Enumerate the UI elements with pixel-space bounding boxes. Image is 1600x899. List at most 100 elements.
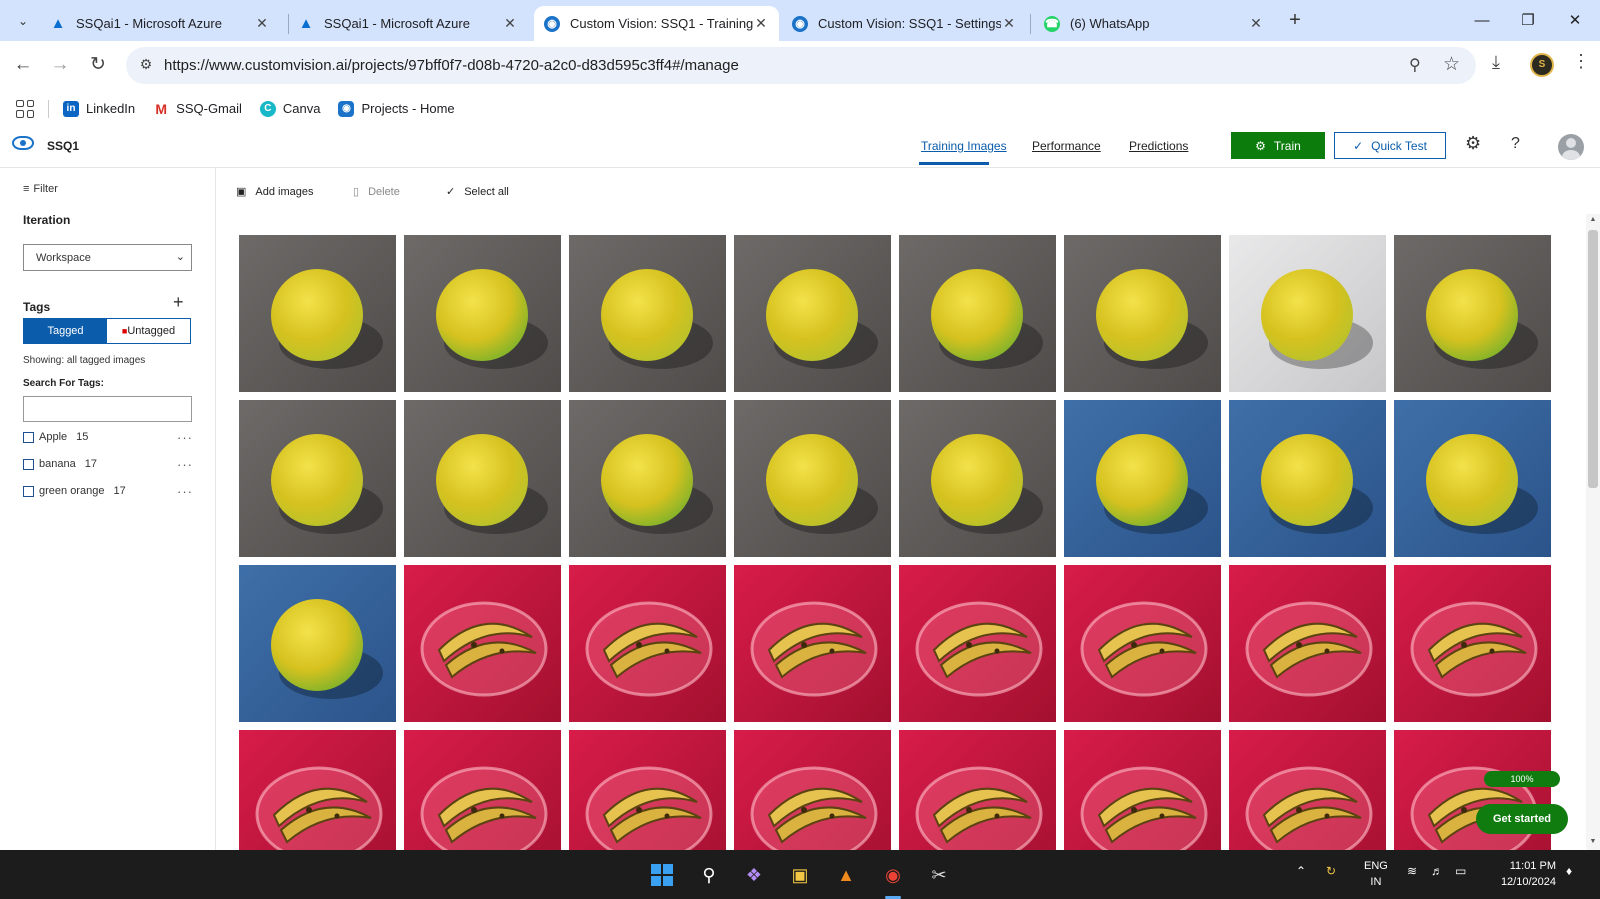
vlc-icon[interactable]: ▲ — [832, 861, 860, 889]
forward-arrow-icon[interactable]: → — [46, 51, 74, 79]
chevron-up-icon[interactable]: ⌃ — [1296, 864, 1306, 878]
file-explorer-icon[interactable]: ▣ — [786, 861, 814, 889]
eye-icon[interactable] — [12, 136, 34, 150]
orange-image-thumbnail[interactable] — [404, 235, 561, 392]
banana-image-thumbnail[interactable] — [569, 565, 726, 722]
banana-image-thumbnail[interactable] — [734, 730, 891, 850]
close-icon[interactable]: ✕ — [1248, 15, 1264, 32]
close-icon[interactable]: ✕ — [502, 15, 518, 32]
orange-image-thumbnail[interactable] — [1229, 235, 1386, 392]
bookmark-linkedin[interactable]: in LinkedIn — [63, 100, 135, 117]
bookmark-canva[interactable]: C Canva — [259, 100, 320, 117]
banana-image-thumbnail[interactable] — [404, 565, 561, 722]
tab-predictions[interactable]: Predictions — [1129, 139, 1188, 153]
notification-bell-icon[interactable]: ♦ — [1566, 864, 1572, 878]
close-icon[interactable]: ✕ — [1001, 15, 1017, 32]
more-options-icon[interactable]: ··· — [177, 484, 193, 499]
browser-menu-icon[interactable]: ⋮ — [1572, 51, 1590, 72]
restore-icon[interactable]: ❐ — [1513, 8, 1543, 34]
back-arrow-icon[interactable]: ← — [9, 51, 37, 79]
user-avatar[interactable] — [1558, 134, 1584, 160]
snipping-tool-icon[interactable]: ✂ — [925, 861, 953, 889]
banana-image-thumbnail[interactable] — [1229, 730, 1386, 850]
site-info-icon[interactable]: ⚙ — [136, 56, 156, 76]
browser-tab-3-active[interactable]: ◉ Custom Vision: SSQ1 - Training ✕ — [534, 6, 779, 41]
delete-button[interactable]: ▯ Delete — [353, 185, 400, 199]
search-icon[interactable]: ⚲ — [695, 861, 723, 889]
add-images-button[interactable]: ▣ Add images — [236, 185, 314, 199]
tag-item-green-orange[interactable]: green orange 17 ··· — [23, 482, 193, 500]
banana-image-thumbnail[interactable] — [1229, 565, 1386, 722]
browser-tab-1[interactable]: ▲ SSQai1 - Microsoft Azure ✕ — [40, 6, 280, 41]
orange-image-thumbnail[interactable] — [1064, 235, 1221, 392]
bookmark-star-icon[interactable]: ☆ — [1443, 53, 1460, 76]
banana-image-thumbnail[interactable] — [1064, 565, 1221, 722]
clock[interactable]: 11:01 PM 12/10/2024 — [1490, 858, 1556, 890]
orange-image-thumbnail[interactable] — [734, 400, 891, 557]
select-all-button[interactable]: ✓ Select all — [446, 185, 509, 199]
download-icon[interactable]: ⤓ — [1492, 52, 1500, 73]
battery-icon[interactable]: ▭ — [1455, 864, 1466, 878]
tag-item-apple[interactable]: Apple 15 ··· — [23, 428, 193, 446]
url-text[interactable]: https://www.customvision.ai/projects/97b… — [164, 57, 739, 74]
volume-icon[interactable]: ♬ — [1431, 864, 1443, 878]
scrollbar[interactable]: ▲ ▼ — [1586, 214, 1600, 850]
orange-image-thumbnail[interactable] — [569, 400, 726, 557]
orange-image-thumbnail[interactable] — [1064, 400, 1221, 557]
orange-image-thumbnail[interactable] — [1394, 400, 1551, 557]
chrome-icon[interactable]: ◉ — [879, 861, 907, 889]
bookmark-gmail[interactable]: M SSQ-Gmail — [153, 100, 242, 117]
banana-image-thumbnail[interactable] — [1394, 565, 1551, 722]
close-icon[interactable]: ✕ — [254, 15, 270, 32]
sync-icon[interactable]: ↻ — [1326, 864, 1336, 878]
address-bar[interactable]: ⚙ https://www.customvision.ai/projects/9… — [126, 47, 1476, 84]
orange-image-thumbnail[interactable] — [1229, 400, 1386, 557]
wifi-icon[interactable]: ≋ — [1407, 864, 1417, 878]
browser-tab-5[interactable]: ☎ (6) WhatsApp ✕ — [1034, 6, 1274, 41]
bookmark-projects-home[interactable]: ◉ Projects - Home — [338, 100, 455, 117]
tab-search-chevron-icon[interactable]: ⌄ — [10, 8, 36, 34]
orange-image-thumbnail[interactable] — [239, 235, 396, 392]
tag-checkbox[interactable] — [23, 431, 34, 443]
untagged-button[interactable]: ■Untagged — [107, 319, 190, 343]
windows-start-icon[interactable] — [648, 861, 676, 889]
orange-image-thumbnail[interactable] — [899, 400, 1056, 557]
orange-image-thumbnail[interactable] — [239, 565, 396, 722]
scroll-down-arrow-icon[interactable]: ▼ — [1587, 838, 1599, 845]
more-options-icon[interactable]: ··· — [177, 430, 193, 445]
browser-tab-2[interactable]: ▲ SSQai1 - Microsoft Azure ✕ — [288, 6, 528, 41]
tag-checkbox[interactable] — [23, 458, 34, 470]
browser-tab-4[interactable]: ◉ Custom Vision: SSQ1 - Settings ✕ — [782, 6, 1027, 41]
orange-image-thumbnail[interactable] — [734, 235, 891, 392]
orange-image-thumbnail[interactable] — [239, 400, 396, 557]
quick-test-button[interactable]: ✓ Quick Test — [1334, 132, 1446, 159]
copilot-icon[interactable]: ❖ — [740, 861, 768, 889]
settings-gear-icon[interactable]: ⚙ — [1465, 133, 1481, 154]
window-close-icon[interactable]: ✕ — [1560, 8, 1590, 34]
tab-training-images[interactable]: Training Images — [921, 139, 1007, 153]
scroll-up-arrow-icon[interactable]: ▲ — [1587, 216, 1599, 223]
orange-image-thumbnail[interactable] — [899, 235, 1056, 392]
add-tag-plus-icon[interactable]: + — [173, 292, 184, 313]
search-tags-input[interactable] — [23, 396, 192, 422]
orange-image-thumbnail[interactable] — [404, 400, 561, 557]
banana-image-thumbnail[interactable] — [734, 565, 891, 722]
filter-toggle[interactable]: ≡ Filter — [23, 183, 58, 195]
help-icon[interactable]: ? — [1511, 135, 1520, 153]
profile-avatar-icon[interactable]: S — [1530, 53, 1554, 77]
zoom-icon[interactable]: ⚲ — [1409, 55, 1421, 75]
language-indicator[interactable]: ENG IN — [1364, 858, 1388, 890]
new-tab-plus-icon[interactable]: + — [1283, 9, 1307, 33]
minimize-icon[interactable]: — — [1467, 8, 1497, 34]
banana-image-thumbnail[interactable] — [899, 565, 1056, 722]
more-options-icon[interactable]: ··· — [177, 457, 193, 472]
project-name[interactable]: SSQ1 — [47, 139, 79, 153]
scrollbar-thumb[interactable] — [1588, 230, 1598, 488]
reload-icon[interactable]: ↻ — [84, 51, 112, 79]
apps-grid-icon[interactable] — [16, 99, 34, 118]
orange-image-thumbnail[interactable] — [569, 235, 726, 392]
orange-image-thumbnail[interactable] — [1394, 235, 1551, 392]
tag-checkbox[interactable] — [23, 485, 34, 497]
banana-image-thumbnail[interactable] — [404, 730, 561, 850]
tab-performance[interactable]: Performance — [1032, 139, 1101, 153]
